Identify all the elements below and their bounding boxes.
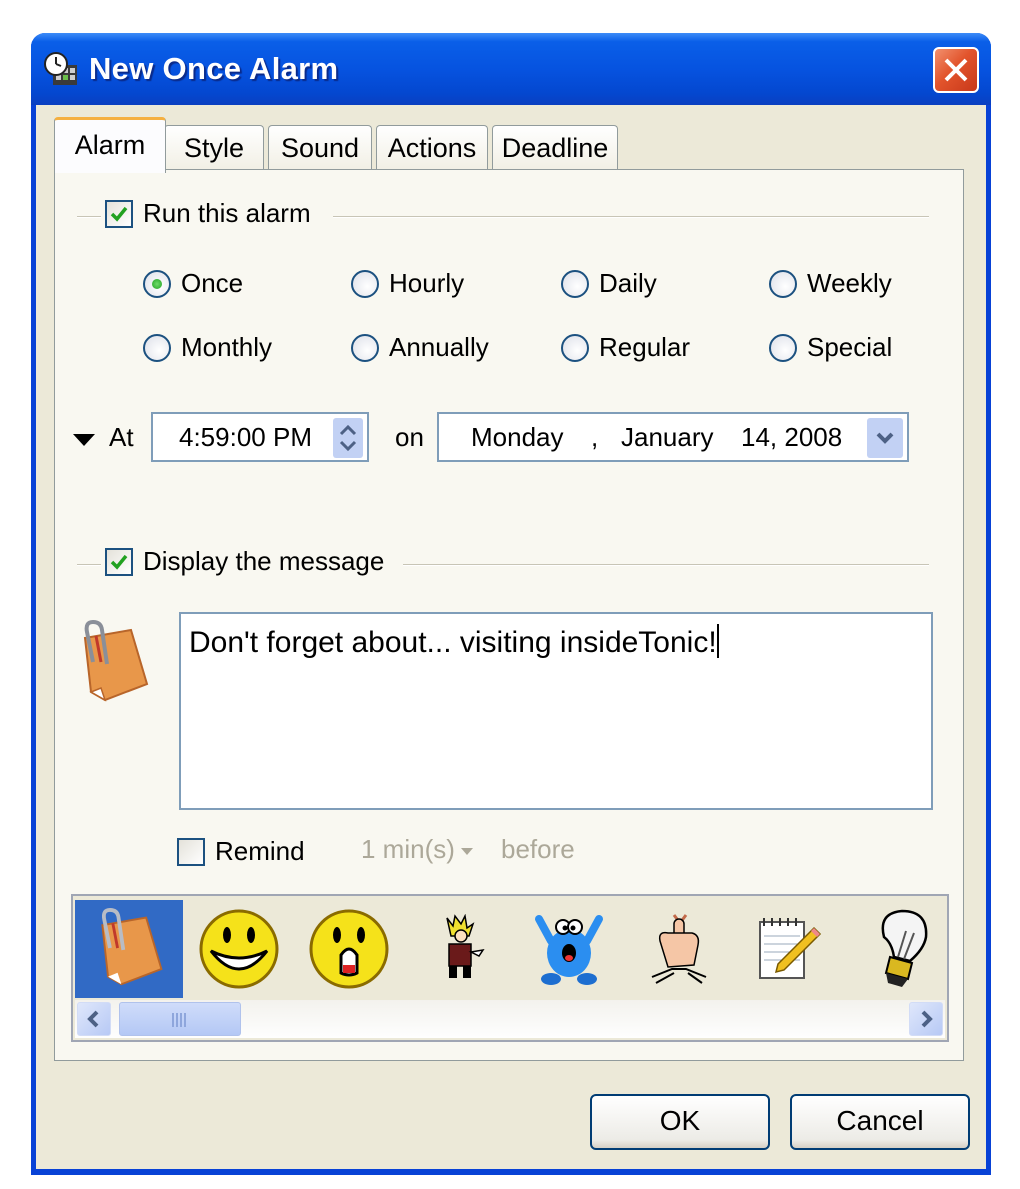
date-month: January — [621, 422, 714, 452]
surprised-smiley-icon — [309, 909, 389, 989]
at-label: At — [109, 422, 134, 452]
scroll-left-button[interactable] — [77, 1002, 111, 1036]
gallery-item-string-finger-reminder[interactable] — [625, 900, 733, 998]
tab-sound[interactable]: Sound — [268, 125, 372, 171]
dropdown-arrow-icon — [461, 848, 473, 855]
tab-style[interactable]: Style — [164, 125, 264, 171]
radio-annually[interactable] — [351, 334, 379, 362]
remind-interval-select[interactable]: 1 min(s) — [361, 834, 455, 865]
icon-gallery — [71, 894, 949, 1042]
group-divider — [333, 216, 929, 218]
window-title: New Once Alarm — [89, 51, 339, 86]
date-weekday: Monday — [471, 422, 564, 452]
radio-regular-label[interactable]: Regular — [599, 332, 690, 363]
tab-actions[interactable]: Actions — [376, 125, 488, 171]
collapse-triangle-icon[interactable] — [73, 434, 95, 446]
alarm-dialog-window: New Once Alarm Alarm Style Sound Actions… — [31, 33, 991, 1175]
note-paperclip-icon — [71, 618, 155, 713]
radio-daily-label[interactable]: Daily — [599, 268, 657, 299]
radio-weekly[interactable] — [769, 270, 797, 298]
blue-monster-icon — [535, 915, 603, 985]
on-label: on — [395, 422, 424, 452]
dialog-client-area: Alarm Style Sound Actions Deadline Run t… — [36, 105, 986, 1169]
tab-alarm[interactable]: Alarm — [54, 117, 166, 173]
radio-hourly-label[interactable]: Hourly — [389, 268, 464, 299]
close-icon — [944, 58, 968, 82]
cartoon-boy-icon — [446, 914, 485, 978]
string-finger-reminder-icon — [651, 914, 707, 984]
chevron-right-icon — [921, 1010, 933, 1028]
radio-once-label[interactable]: Once — [181, 268, 243, 299]
cancel-button[interactable]: Cancel — [790, 1094, 970, 1150]
radio-annually-label[interactable]: Annually — [389, 332, 489, 363]
radio-weekly-label[interactable]: Weekly — [807, 268, 892, 299]
time-input[interactable]: 4:59:00 PM — [151, 412, 369, 462]
scroll-thumb[interactable] — [119, 1002, 241, 1036]
gallery-item-note-paperclip[interactable] — [75, 900, 183, 998]
time-spinner[interactable] — [333, 418, 363, 458]
radio-special-label[interactable]: Special — [807, 332, 892, 363]
radio-hourly[interactable] — [351, 270, 379, 298]
radio-daily[interactable] — [561, 270, 589, 298]
message-text: Don't forget about... visiting insideTon… — [189, 626, 717, 659]
radio-regular[interactable] — [561, 334, 589, 362]
run-alarm-label: Run this alarm — [143, 198, 311, 228]
time-value: 4:59:00 PM — [179, 422, 312, 452]
gallery-item-cartoon-boy[interactable] — [405, 900, 513, 998]
note-paperclip-icon — [101, 908, 163, 986]
date-separator: , — [591, 422, 599, 452]
date-day-year: 14, 2008 — [741, 422, 843, 452]
radio-once[interactable] — [143, 270, 171, 298]
group-divider — [77, 216, 101, 218]
close-button[interactable] — [933, 47, 979, 93]
scroll-right-button[interactable] — [909, 1002, 943, 1036]
radio-monthly[interactable] — [143, 334, 171, 362]
chevron-left-icon — [87, 1010, 99, 1028]
gallery-item-grinning-smiley[interactable] — [185, 900, 293, 998]
gallery-horizontal-scrollbar[interactable] — [75, 1000, 945, 1038]
gallery-item-blue-monster[interactable] — [515, 900, 623, 998]
spin-updown-icon — [339, 424, 357, 452]
grinning-smiley-icon — [199, 909, 279, 989]
gallery-item-notepad-pencil[interactable] — [735, 900, 843, 998]
radio-monthly-label[interactable]: Monthly — [181, 332, 272, 363]
checkmark-icon — [110, 554, 128, 570]
grip-icon — [172, 1013, 186, 1027]
text-caret — [716, 624, 719, 658]
gallery-item-lightbulb[interactable] — [845, 900, 953, 998]
radio-special[interactable] — [769, 334, 797, 362]
tab-deadline[interactable]: Deadline — [492, 125, 618, 171]
run-alarm-checkbox[interactable] — [105, 200, 133, 228]
date-dropdown-button[interactable] — [867, 418, 903, 458]
display-message-checkbox[interactable] — [105, 548, 133, 576]
display-message-label: Display the message — [143, 546, 385, 576]
group-divider — [77, 564, 101, 566]
date-picker[interactable]: Monday , January 14, 2008 — [437, 412, 909, 462]
gallery-item-surprised-smiley[interactable] — [295, 900, 403, 998]
radio-selected-dot — [152, 279, 162, 289]
title-bar[interactable]: New Once Alarm — [31, 33, 991, 105]
chevron-down-icon — [876, 432, 894, 444]
remind-before-label: before — [501, 834, 575, 864]
remind-checkbox[interactable] — [177, 838, 205, 866]
ok-button[interactable]: OK — [590, 1094, 770, 1150]
alarm-clock-icon — [43, 51, 79, 87]
lightbulb-icon — [881, 909, 928, 987]
message-textarea[interactable]: Don't forget about... visiting insideTon… — [179, 612, 933, 810]
checkmark-icon — [110, 206, 128, 222]
group-divider — [403, 564, 929, 566]
remind-label: Remind — [215, 836, 305, 866]
alarm-tab-panel: Run this alarm Once Hourly Daily Weekly … — [54, 169, 964, 1061]
notepad-pencil-icon — [759, 918, 822, 979]
